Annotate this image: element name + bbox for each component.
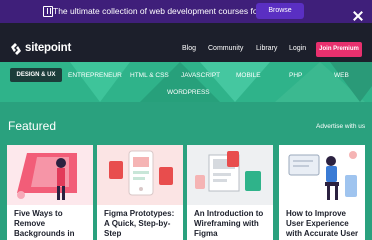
- article-card[interactable]: Figma Prototypes: A Quick, Step-by-Step: [97, 145, 183, 240]
- article-card[interactable]: How to Improve User Experience with Accu…: [279, 145, 365, 240]
- close-icon[interactable]: [353, 11, 363, 21]
- card-title[interactable]: Five Ways to Remove Backgrounds in: [14, 209, 90, 239]
- category-html-css[interactable]: HTML & CSS: [130, 72, 169, 79]
- card-illustration: [7, 145, 93, 205]
- decor-triangle: [70, 62, 130, 102]
- card-illustration: [187, 145, 273, 205]
- site-header: sitepoint Blog Community Library Login J…: [0, 23, 372, 62]
- article-card[interactable]: An Introduction to Wireframing with Figm…: [187, 145, 273, 240]
- category-wordpress[interactable]: WORDPRESS: [167, 89, 210, 96]
- card-illustration: [97, 145, 183, 205]
- nav-community[interactable]: Community: [208, 45, 243, 52]
- category-javascript[interactable]: JAVASCRIPT: [181, 72, 220, 79]
- logo-text[interactable]: sitepoint: [25, 42, 71, 54]
- promo-bar: The ultimate collection of web developme…: [0, 0, 372, 23]
- category-nav: DESIGN & UX ENTREPRENEUR HTML & CSS JAVA…: [0, 62, 372, 102]
- book-icon: [43, 6, 53, 17]
- nav-login[interactable]: Login: [289, 45, 306, 52]
- featured-heading: Featured: [8, 119, 57, 133]
- advertise-link[interactable]: Advertise with us: [316, 123, 365, 130]
- category-web[interactable]: WEB: [334, 72, 349, 79]
- decor-triangle: [200, 62, 270, 102]
- card-title[interactable]: Figma Prototypes: A Quick, Step-by-Step: [104, 209, 180, 239]
- browse-button[interactable]: Browse: [256, 3, 304, 19]
- nav-library[interactable]: Library: [256, 45, 277, 52]
- card-title[interactable]: An Introduction to Wireframing with Figm…: [194, 209, 270, 239]
- article-card[interactable]: Five Ways to Remove Backgrounds in: [7, 145, 93, 240]
- card-illustration: [279, 145, 365, 205]
- decor-triangle: [330, 62, 372, 102]
- nav-blog[interactable]: Blog: [182, 45, 196, 52]
- sitepoint-logo-icon[interactable]: [10, 43, 22, 55]
- category-php[interactable]: PHP: [289, 72, 302, 79]
- card-title[interactable]: How to Improve User Experience with Accu…: [286, 209, 362, 239]
- category-design-ux[interactable]: DESIGN & UX: [10, 68, 62, 82]
- category-mobile[interactable]: MOBILE: [236, 72, 261, 79]
- join-premium-button[interactable]: Join Premium: [316, 42, 362, 57]
- category-entrepreneur[interactable]: ENTREPRENEUR: [68, 72, 122, 79]
